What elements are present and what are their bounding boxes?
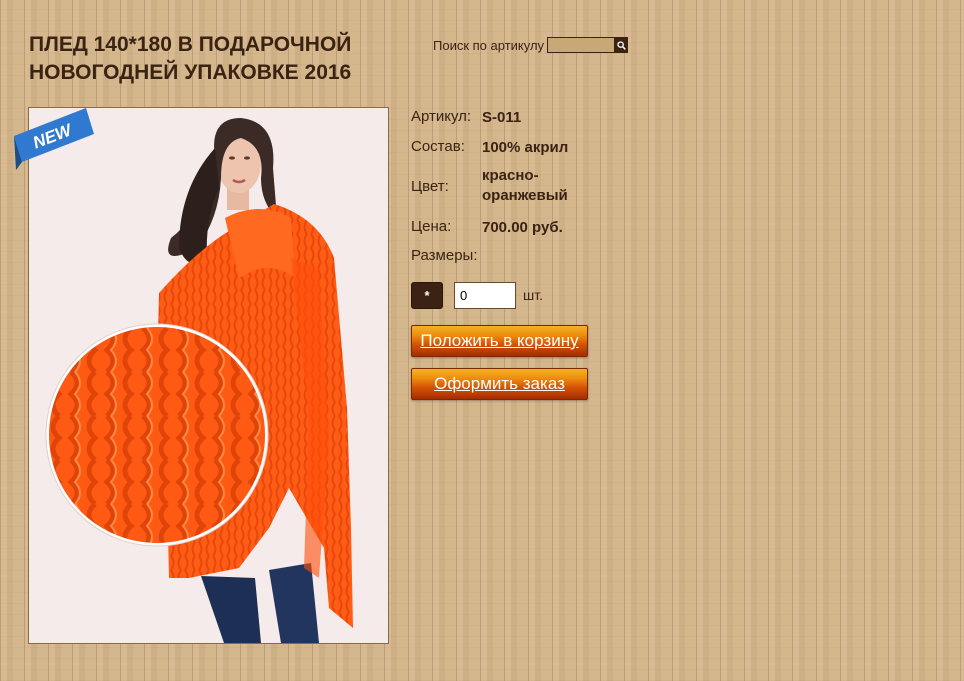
search-button[interactable] — [615, 37, 629, 53]
add-to-cart-button[interactable]: Положить в корзину — [411, 325, 588, 357]
new-badge: NEW — [14, 108, 94, 170]
sizes-label: Размеры: — [411, 247, 478, 264]
property-label: Состав: — [411, 138, 465, 155]
product-image[interactable] — [28, 107, 389, 644]
texture-zoom — [45, 323, 269, 547]
property-value: 700.00 руб. — [482, 219, 563, 236]
property-label: Цена: — [411, 218, 452, 235]
property-color: Цвет: красно-оранжевый — [411, 166, 611, 208]
property-label: Артикул: — [411, 108, 472, 125]
property-label: Цвет: — [411, 178, 449, 195]
search-input[interactable] — [547, 37, 616, 53]
quantity-input[interactable] — [454, 282, 516, 309]
search-icon — [617, 40, 626, 50]
size-option-button[interactable]: * — [411, 282, 443, 309]
property-value: красно-оранжевый — [482, 167, 568, 204]
property-value: 100% акрил — [482, 139, 569, 156]
checkout-button[interactable]: Оформить заказ — [411, 368, 588, 400]
quantity-unit: шт. — [523, 287, 543, 303]
search-label: Поиск по артикулу — [433, 37, 545, 53]
product-illustration — [45, 118, 353, 643]
page-title: ПЛЕД 140*180 В ПОДАРОЧНОЙ НОВОГОДНЕЙ УПА… — [29, 33, 352, 84]
property-value: S-011 — [482, 109, 522, 126]
search-bar: Поиск по артикулу — [433, 36, 629, 54]
